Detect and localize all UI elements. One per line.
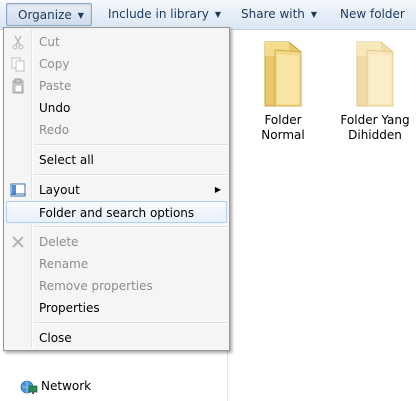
include-in-library-label: Include in library [108,7,209,21]
menu-item-label: Undo [39,101,71,115]
chevron-down-icon: ▼ [77,11,84,20]
share-with-label: Share with [241,7,305,21]
delete-x-icon [10,234,26,250]
menu-item-remove-properties[interactable]: Remove properties [6,275,227,297]
folder-item-hidden[interactable]: Folder Yang Dihidden [339,38,411,143]
chevron-down-icon: ▼ [214,10,222,19]
menu-item-paste[interactable]: Paste [6,75,227,97]
folder-name-hidden: Folder Yang Dihidden [339,113,411,143]
folder-name-line: Dihidden [348,128,402,142]
folder-name-line: Folder Yang [340,113,410,127]
menu-separator [34,226,227,228]
menu-item-label: Folder and search options [39,206,195,220]
layout-icon [10,182,26,198]
share-with-button[interactable]: Share with ▼ [241,3,317,26]
menu-item-close[interactable]: Close [6,327,227,349]
menu-item-folder-and-search-options[interactable]: Folder and search options [6,201,227,223]
menu-item-properties[interactable]: Properties [6,297,227,319]
menu-item-label: Redo [39,123,70,137]
folder-name-normal: Folder Normal [247,113,319,143]
folder-icon [264,41,302,107]
nav-item-network[interactable]: Network [20,376,91,396]
folder-icon [356,41,394,107]
folder-item-normal[interactable]: Folder Normal [247,38,319,143]
menu-item-label: Select all [39,153,94,167]
menu-item-label: Layout [39,183,80,197]
folder-name-line: Folder [264,113,302,127]
submenu-arrow-icon: ▶ [214,185,221,194]
menu-item-label: Delete [39,235,79,249]
nav-item-network-label: Network [41,379,92,393]
file-list-pane: Folder Normal Folder Yang Dihidden [229,30,416,401]
menu-item-cut[interactable]: Cut [6,31,227,53]
menu-item-select-all[interactable]: Select all [6,149,227,171]
menu-item-label: Paste [39,79,72,93]
menu-item-label: Remove properties [39,279,153,293]
network-icon [20,379,38,395]
menu-item-label: Rename [39,257,89,271]
menu-item-undo[interactable]: Undo [6,97,227,119]
folder-name-line: Normal [261,128,305,142]
include-in-library-button[interactable]: Include in library ▼ [108,3,221,26]
menu-item-delete[interactable]: Delete [6,231,227,253]
paste-icon [10,78,26,94]
menu-item-label: Close [39,331,72,345]
new-folder-label: New folder [340,7,405,21]
organize-button[interactable]: Organize ▼ [6,3,92,26]
menu-item-label: Cut [39,35,60,49]
menu-separator [34,144,227,146]
menu-item-label: Copy [39,57,70,71]
copy-icon [10,56,26,72]
scissors-icon [10,34,26,50]
menu-item-label: Properties [39,301,100,315]
menu-separator [34,322,227,324]
chevron-down-icon: ▼ [310,10,318,19]
menu-separator [34,174,227,176]
menu-item-redo[interactable]: Redo [6,119,227,141]
menu-item-rename[interactable]: Rename [6,253,227,275]
menu-item-layout[interactable]: Layout ▶ [6,179,227,201]
organize-label: Organize [18,8,72,22]
organize-menu: Cut Copy Paste Undo Redo Select all Layo… [3,27,230,351]
new-folder-button[interactable]: New folder [340,3,405,26]
menu-item-copy[interactable]: Copy [6,53,227,75]
command-bar: Organize ▼ Include in library ▼ Share with… [0,0,416,30]
